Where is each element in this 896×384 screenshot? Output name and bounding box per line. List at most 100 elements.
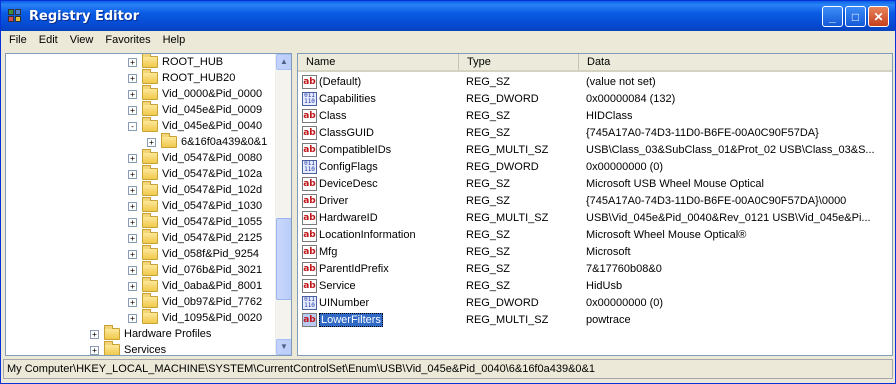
menu-favorites[interactable]: Favorites — [99, 34, 156, 46]
tree-vertical-scrollbar[interactable]: ▲ ▼ — [275, 54, 291, 355]
value-data: 0x00000000 (0) — [586, 296, 664, 309]
expand-icon[interactable]: + — [128, 265, 137, 275]
open-folder-icon — [161, 133, 177, 148]
expand-icon[interactable]: + — [128, 233, 137, 243]
expand-icon[interactable]: + — [128, 249, 137, 259]
value-type: REG_MULTI_SZ — [466, 313, 549, 326]
menu-help[interactable]: Help — [157, 34, 192, 46]
expand-icon[interactable]: + — [147, 137, 156, 147]
expand-icon[interactable]: + — [90, 345, 99, 355]
folder-icon — [142, 101, 158, 116]
scroll-down-arrow-icon[interactable]: ▼ — [276, 339, 291, 355]
menu-file[interactable]: File — [3, 34, 33, 46]
value-row[interactable]: ab Class REG_SZ HIDClass — [298, 107, 892, 124]
value-row[interactable]: ab HardwareID REG_MULTI_SZ USB\Vid_045e&P… — [298, 209, 892, 226]
column-name[interactable]: Name — [298, 54, 459, 70]
value-row[interactable]: 011 110 UINumber REG_DWORD 0x00000000 (0) — [298, 294, 892, 311]
value-row[interactable]: ab Service REG_SZ HidUsb — [298, 277, 892, 294]
column-data[interactable]: Data — [579, 54, 892, 70]
tree-item[interactable]: + Vid_045e&Pid_0009 — [128, 101, 262, 118]
values-list[interactable]: Name Type Data ab (Default) REG_SZ (value… — [297, 53, 893, 356]
folder-icon — [142, 229, 158, 244]
tree-item[interactable]: - Vid_045e&Pid_0040 — [128, 117, 262, 134]
folder-icon — [142, 69, 158, 84]
value-row-selected[interactable]: ab LowerFilters REG_MULTI_SZ powtrace — [298, 311, 892, 328]
expand-icon[interactable]: + — [128, 73, 137, 83]
tree-item[interactable]: + Vid_058f&Pid_9254 — [128, 245, 259, 262]
value-row[interactable]: ab ParentIdPrefix REG_SZ 7&17760b08&0 — [298, 260, 892, 277]
title-bar[interactable]: Registry Editor _ □ ✕ — [1, 1, 895, 31]
column-type[interactable]: Type — [459, 54, 579, 70]
tree-item-selected-key[interactable]: + 6&16f0a439&0&1 — [147, 133, 268, 150]
key-tree[interactable]: + ROOT_HUB + ROOT_HUB20 + Vid_0000&Pid_0… — [5, 53, 292, 356]
tree-item[interactable]: + Vid_076b&Pid_3021 — [128, 261, 262, 278]
maximize-button[interactable]: □ — [845, 6, 866, 27]
tree-item-label: Vid_0547&Pid_102d — [162, 184, 263, 196]
expand-icon[interactable]: + — [128, 57, 137, 67]
value-name: (Default) — [319, 75, 362, 88]
string-value-icon: ab — [302, 244, 317, 259]
expand-icon[interactable]: + — [128, 89, 137, 99]
tree-item[interactable]: + Vid_0547&Pid_2125 — [128, 229, 262, 246]
status-bar: My Computer\HKEY_LOCAL_MACHINE\SYSTEM\Cu… — [3, 359, 893, 379]
expand-icon[interactable]: + — [128, 201, 137, 211]
tree-item[interactable]: + Services — [90, 341, 166, 355]
tree-item[interactable]: + Vid_0547&Pid_102a — [128, 165, 263, 182]
folder-icon — [142, 181, 158, 196]
value-type: REG_SZ — [466, 194, 511, 207]
scroll-up-arrow-icon[interactable]: ▲ — [276, 54, 291, 70]
expand-icon[interactable]: + — [128, 169, 137, 179]
menu-edit[interactable]: Edit — [33, 34, 64, 46]
tree-item-label: ROOT_HUB — [162, 56, 224, 68]
expand-icon[interactable]: + — [128, 313, 137, 323]
tree-item[interactable]: + Vid_0547&Pid_102d — [128, 181, 263, 198]
tree-item[interactable]: + Vid_0547&Pid_1055 — [128, 213, 262, 230]
expand-icon[interactable]: + — [128, 105, 137, 115]
string-value-icon: ab — [302, 108, 317, 123]
scroll-thumb[interactable] — [276, 218, 291, 300]
tree-item[interactable]: + Vid_0547&Pid_0080 — [128, 149, 262, 166]
tree-item[interactable]: + Vid_0aba&Pid_8001 — [128, 277, 262, 294]
value-row[interactable]: ab ClassGUID REG_SZ {745A17A0-74D3-11D0-B… — [298, 124, 892, 141]
value-row[interactable]: ab CompatibleIDs REG_MULTI_SZ USB\Class_0… — [298, 141, 892, 158]
value-name: ClassGUID — [319, 126, 375, 139]
value-name: HardwareID — [319, 211, 378, 224]
menu-view[interactable]: View — [64, 34, 100, 46]
tree-item[interactable]: + Vid_1095&Pid_0020 — [128, 309, 262, 326]
column-header: Name Type Data — [298, 54, 892, 72]
tree-item-label: 6&16f0a439&0&1 — [181, 136, 268, 148]
value-row[interactable]: ab (Default) REG_SZ (value not set) — [298, 73, 892, 90]
value-name: LowerFilters — [319, 312, 383, 327]
value-name: Class — [319, 109, 347, 122]
value-row[interactable]: ab DeviceDesc REG_SZ Microsoft USB Wheel … — [298, 175, 892, 192]
expand-icon[interactable]: + — [128, 281, 137, 291]
tree-item[interactable]: + Vid_0000&Pid_0000 — [128, 85, 262, 102]
tree-item-label: Vid_0547&Pid_102a — [162, 168, 263, 180]
expand-icon[interactable]: + — [128, 217, 137, 227]
minimize-button[interactable]: _ — [822, 6, 843, 27]
value-row[interactable]: ab LocationInformation REG_SZ Microsoft W… — [298, 226, 892, 243]
tree-item-label: ROOT_HUB20 — [162, 72, 236, 84]
folder-icon — [142, 293, 158, 308]
tree-item-label: Hardware Profiles — [124, 328, 212, 340]
close-button[interactable]: ✕ — [868, 6, 889, 27]
expand-icon[interactable]: + — [128, 297, 137, 307]
expand-icon[interactable]: + — [128, 185, 137, 195]
tree-item[interactable]: + Vid_0547&Pid_1030 — [128, 197, 262, 214]
value-row[interactable]: 011 110 ConfigFlags REG_DWORD 0x00000000 (… — [298, 158, 892, 175]
value-row[interactable]: ab Driver REG_SZ {745A17A0-74D3-11D0-B6FE… — [298, 192, 892, 209]
tree-item[interactable]: + ROOT_HUB — [128, 54, 223, 70]
value-data: USB\Vid_045e&Pid_0040&Rev_0121 USB\Vid_0… — [586, 211, 871, 224]
tree-item[interactable]: + Hardware Profiles — [90, 325, 212, 342]
folder-icon — [142, 197, 158, 212]
value-type: REG_SZ — [466, 177, 511, 190]
tree-item[interactable]: + ROOT_HUB20 — [128, 69, 236, 86]
expand-icon[interactable]: + — [128, 153, 137, 163]
collapse-icon[interactable]: - — [128, 121, 137, 131]
string-value-icon: ab — [302, 227, 317, 242]
expand-icon[interactable]: + — [90, 329, 99, 339]
value-row[interactable]: ab Mfg REG_SZ Microsoft — [298, 243, 892, 260]
value-row[interactable]: 011 110 Capabilities REG_DWORD 0x00000084 … — [298, 90, 892, 107]
folder-icon — [142, 54, 158, 68]
tree-item[interactable]: + Vid_0b97&Pid_7762 — [128, 293, 262, 310]
